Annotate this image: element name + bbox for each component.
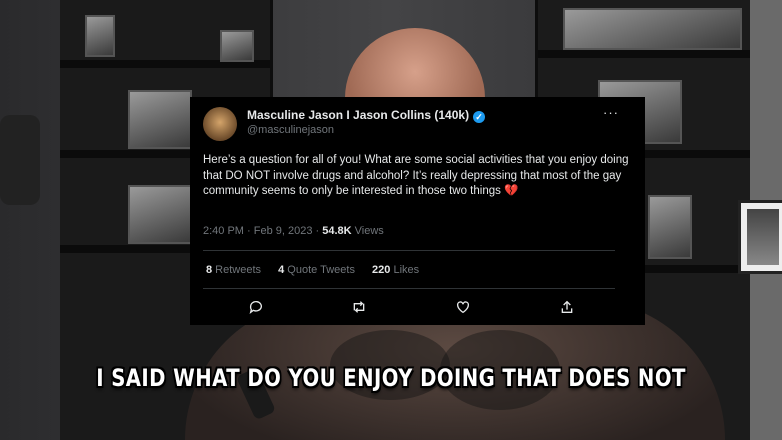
display-case	[85, 15, 115, 57]
quote-tweets-stat[interactable]: 4 Quote Tweets	[278, 264, 355, 276]
retweet-icon[interactable]	[349, 297, 369, 317]
tweet-text: Here’s a question for all of you! What a…	[203, 153, 635, 200]
video-caption: I SAID WHAT DO YOU ENJOY DOING THAT DOES…	[96, 364, 686, 392]
reply-icon[interactable]	[246, 297, 266, 317]
like-icon[interactable]	[453, 297, 473, 317]
divider	[203, 250, 615, 251]
tweet-text-content: Here’s a question for all of you! What a…	[203, 154, 629, 197]
verified-badge-icon: ✓	[473, 111, 486, 123]
likes-stat[interactable]: 220 Likes	[372, 264, 419, 276]
share-icon[interactable]	[557, 297, 577, 317]
tweet-author-name[interactable]: Masculine Jason I Jason Collins (140k) ✓	[247, 108, 486, 123]
tweet-meta: 2:40 PM · Feb 9, 2023 · 54.8K Views	[203, 225, 384, 237]
chair	[0, 115, 40, 205]
wall-photo-frame	[738, 200, 782, 274]
quotes-label: Quote Tweets	[284, 264, 355, 276]
photo	[747, 209, 779, 265]
shelf-board	[538, 50, 753, 58]
display-case	[648, 195, 692, 259]
more-options-icon[interactable]: ···	[603, 105, 619, 120]
views-count: 54.8K	[322, 225, 352, 237]
retweets-stat[interactable]: 8 Retweets	[206, 264, 261, 276]
broken-heart-emoji: 💔	[504, 185, 519, 197]
tweet-actions	[190, 297, 645, 317]
helmet-display	[563, 8, 742, 50]
author-name-text: Masculine Jason I Jason Collins (140k)	[247, 108, 470, 122]
tweet-stats: 8 Retweets 4 Quote Tweets 220 Likes	[206, 264, 433, 276]
display-case	[128, 185, 192, 244]
display-case	[220, 30, 254, 62]
views-label: Views	[351, 225, 384, 237]
likes-label: Likes	[390, 264, 420, 276]
avatar[interactable]	[203, 107, 237, 141]
likes-count: 220	[372, 264, 391, 276]
retweets-label: Retweets	[212, 264, 262, 276]
tweet-card: Masculine Jason I Jason Collins (140k) ✓ …	[190, 97, 645, 325]
divider	[203, 288, 615, 289]
tweet-timestamp[interactable]: 2:40 PM · Feb 9, 2023 ·	[203, 225, 322, 237]
display-case	[128, 90, 192, 149]
tweet-author-handle[interactable]: @masculinejason	[247, 124, 334, 136]
